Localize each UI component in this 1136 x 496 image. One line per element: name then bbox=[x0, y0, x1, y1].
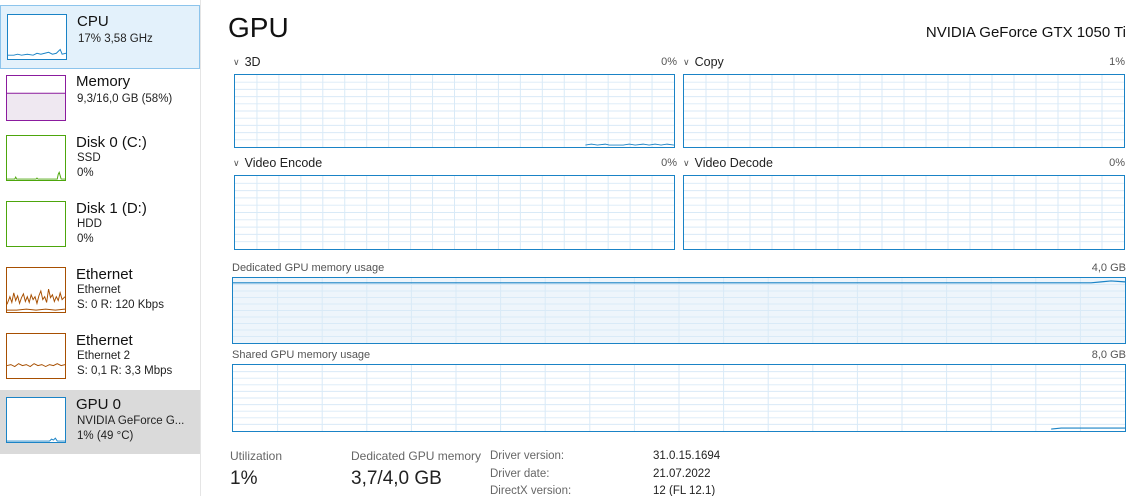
chevron-down-icon: ∨ bbox=[233, 158, 240, 168]
sidebar-item-title: GPU 0 bbox=[76, 396, 122, 413]
engine-graph-3d bbox=[234, 74, 675, 148]
sidebar-item-gpu-0[interactable]: GPU 0 NVIDIA GeForce G... 1% (49 °C) bbox=[0, 390, 200, 454]
sidebar-item-detail: NVIDIA GeForce G... bbox=[77, 415, 185, 427]
sidebar-item-detail: 17% 3,58 GHz bbox=[78, 33, 153, 45]
engine-graph-copy bbox=[683, 74, 1125, 148]
disk-1-thumbnail-graph bbox=[6, 201, 66, 247]
sidebar-item-title: CPU bbox=[77, 13, 109, 30]
directx-version-label: DirectX version: bbox=[490, 485, 572, 496]
sidebar-item-detail-2: 0% bbox=[77, 167, 94, 179]
sidebar-item-detail-2: S: 0 R: 120 Kbps bbox=[77, 299, 164, 311]
chevron-down-icon: ∨ bbox=[683, 57, 690, 67]
sidebar-item-title: Disk 1 (D:) bbox=[76, 200, 147, 217]
shared-memory-max: 8,0 GB bbox=[1091, 349, 1126, 361]
sidebar-item-detail-2: 0% bbox=[77, 233, 94, 245]
shared-memory-graph bbox=[232, 364, 1126, 432]
engine-percent: 1% bbox=[1109, 56, 1125, 68]
engine-label: Copy bbox=[694, 55, 724, 69]
gpu-0-thumbnail-graph bbox=[6, 397, 66, 443]
dedicated-memory-stat-label: Dedicated GPU memory bbox=[351, 449, 482, 463]
utilization-label: Utilization bbox=[230, 449, 283, 463]
chevron-down-icon: ∨ bbox=[233, 57, 240, 67]
sidebar-item-cpu[interactable]: CPU 17% 3,58 GHz bbox=[0, 5, 200, 69]
engine-graph-video-decode bbox=[683, 175, 1125, 250]
engine-percent: 0% bbox=[661, 157, 677, 169]
sidebar-item-title: Ethernet bbox=[76, 266, 133, 283]
engine-selector-3d[interactable]: ∨ 3D bbox=[233, 55, 261, 69]
ethernet-1-thumbnail-graph bbox=[6, 267, 66, 313]
engine-selector-video-decode[interactable]: ∨ Video Decode bbox=[683, 156, 773, 170]
sidebar-item-disk-0[interactable]: Disk 0 (C:) SSD 0% bbox=[0, 134, 200, 198]
sidebar-item-ethernet-2[interactable]: Ethernet Ethernet 2 S: 0,1 R: 3,3 Mbps bbox=[0, 331, 200, 395]
driver-date-value: 21.07.2022 bbox=[653, 468, 711, 480]
cpu-thumbnail-graph bbox=[7, 14, 67, 60]
page-title: GPU bbox=[228, 12, 289, 43]
sidebar-item-title: Ethernet bbox=[76, 332, 133, 349]
engine-selector-copy[interactable]: ∨ Copy bbox=[683, 55, 724, 69]
dedicated-memory-stat-value: 3,7/4,0 GB bbox=[351, 468, 442, 489]
engine-graph-video-encode bbox=[234, 175, 675, 250]
dedicated-memory-max: 4,0 GB bbox=[1091, 262, 1126, 274]
engine-percent: 0% bbox=[661, 56, 677, 68]
sidebar-item-ethernet-1[interactable]: Ethernet Ethernet S: 0 R: 120 Kbps bbox=[0, 265, 200, 329]
engine-label: Video Encode bbox=[244, 156, 323, 170]
gpu-details-pane: GPU NVIDIA GeForce GTX 1050 Ti ∨ 3D 0% ∨ C… bbox=[201, 0, 1136, 496]
engine-percent: 0% bbox=[1109, 157, 1125, 169]
disk-0-thumbnail-graph bbox=[6, 135, 66, 181]
sidebar-item-disk-1[interactable]: Disk 1 (D:) HDD 0% bbox=[0, 199, 200, 263]
engine-label: 3D bbox=[244, 55, 261, 69]
sidebar-item-detail-2: S: 0,1 R: 3,3 Mbps bbox=[77, 365, 173, 377]
sidebar-item-detail: HDD bbox=[77, 218, 102, 230]
sidebar: CPU 17% 3,58 GHz Memory 9,3/16,0 GB (58%… bbox=[0, 0, 201, 496]
sidebar-item-detail: SSD bbox=[77, 152, 101, 164]
sidebar-item-detail: 9,3/16,0 GB (58%) bbox=[77, 93, 173, 105]
sidebar-item-title: Memory bbox=[76, 73, 131, 90]
driver-version-value: 31.0.15.1694 bbox=[653, 450, 721, 462]
sidebar-item-detail: Ethernet 2 bbox=[77, 350, 131, 362]
directx-version-value: 12 (FL 12.1) bbox=[653, 485, 716, 496]
chevron-down-icon: ∨ bbox=[683, 158, 690, 168]
sidebar-item-detail: Ethernet bbox=[77, 284, 121, 296]
sidebar-item-memory[interactable]: Memory 9,3/16,0 GB (58%) bbox=[0, 69, 200, 133]
ethernet-2-thumbnail-graph bbox=[6, 333, 66, 379]
memory-thumbnail-graph bbox=[6, 75, 66, 121]
sidebar-item-title: Disk 0 (C:) bbox=[76, 134, 147, 151]
sidebar-item-detail-2: 1% (49 °C) bbox=[77, 430, 134, 442]
driver-version-label: Driver version: bbox=[490, 450, 565, 462]
engine-selector-video-encode[interactable]: ∨ Video Encode bbox=[233, 156, 322, 170]
gpu-model-name: NVIDIA GeForce GTX 1050 Ti bbox=[925, 24, 1126, 41]
engine-label: Video Decode bbox=[694, 156, 773, 170]
dedicated-memory-graph bbox=[232, 277, 1126, 344]
shared-memory-label: Shared GPU memory usage bbox=[232, 349, 371, 361]
driver-date-label: Driver date: bbox=[490, 468, 550, 480]
dedicated-memory-label: Dedicated GPU memory usage bbox=[232, 262, 385, 274]
utilization-value: 1% bbox=[230, 468, 258, 489]
